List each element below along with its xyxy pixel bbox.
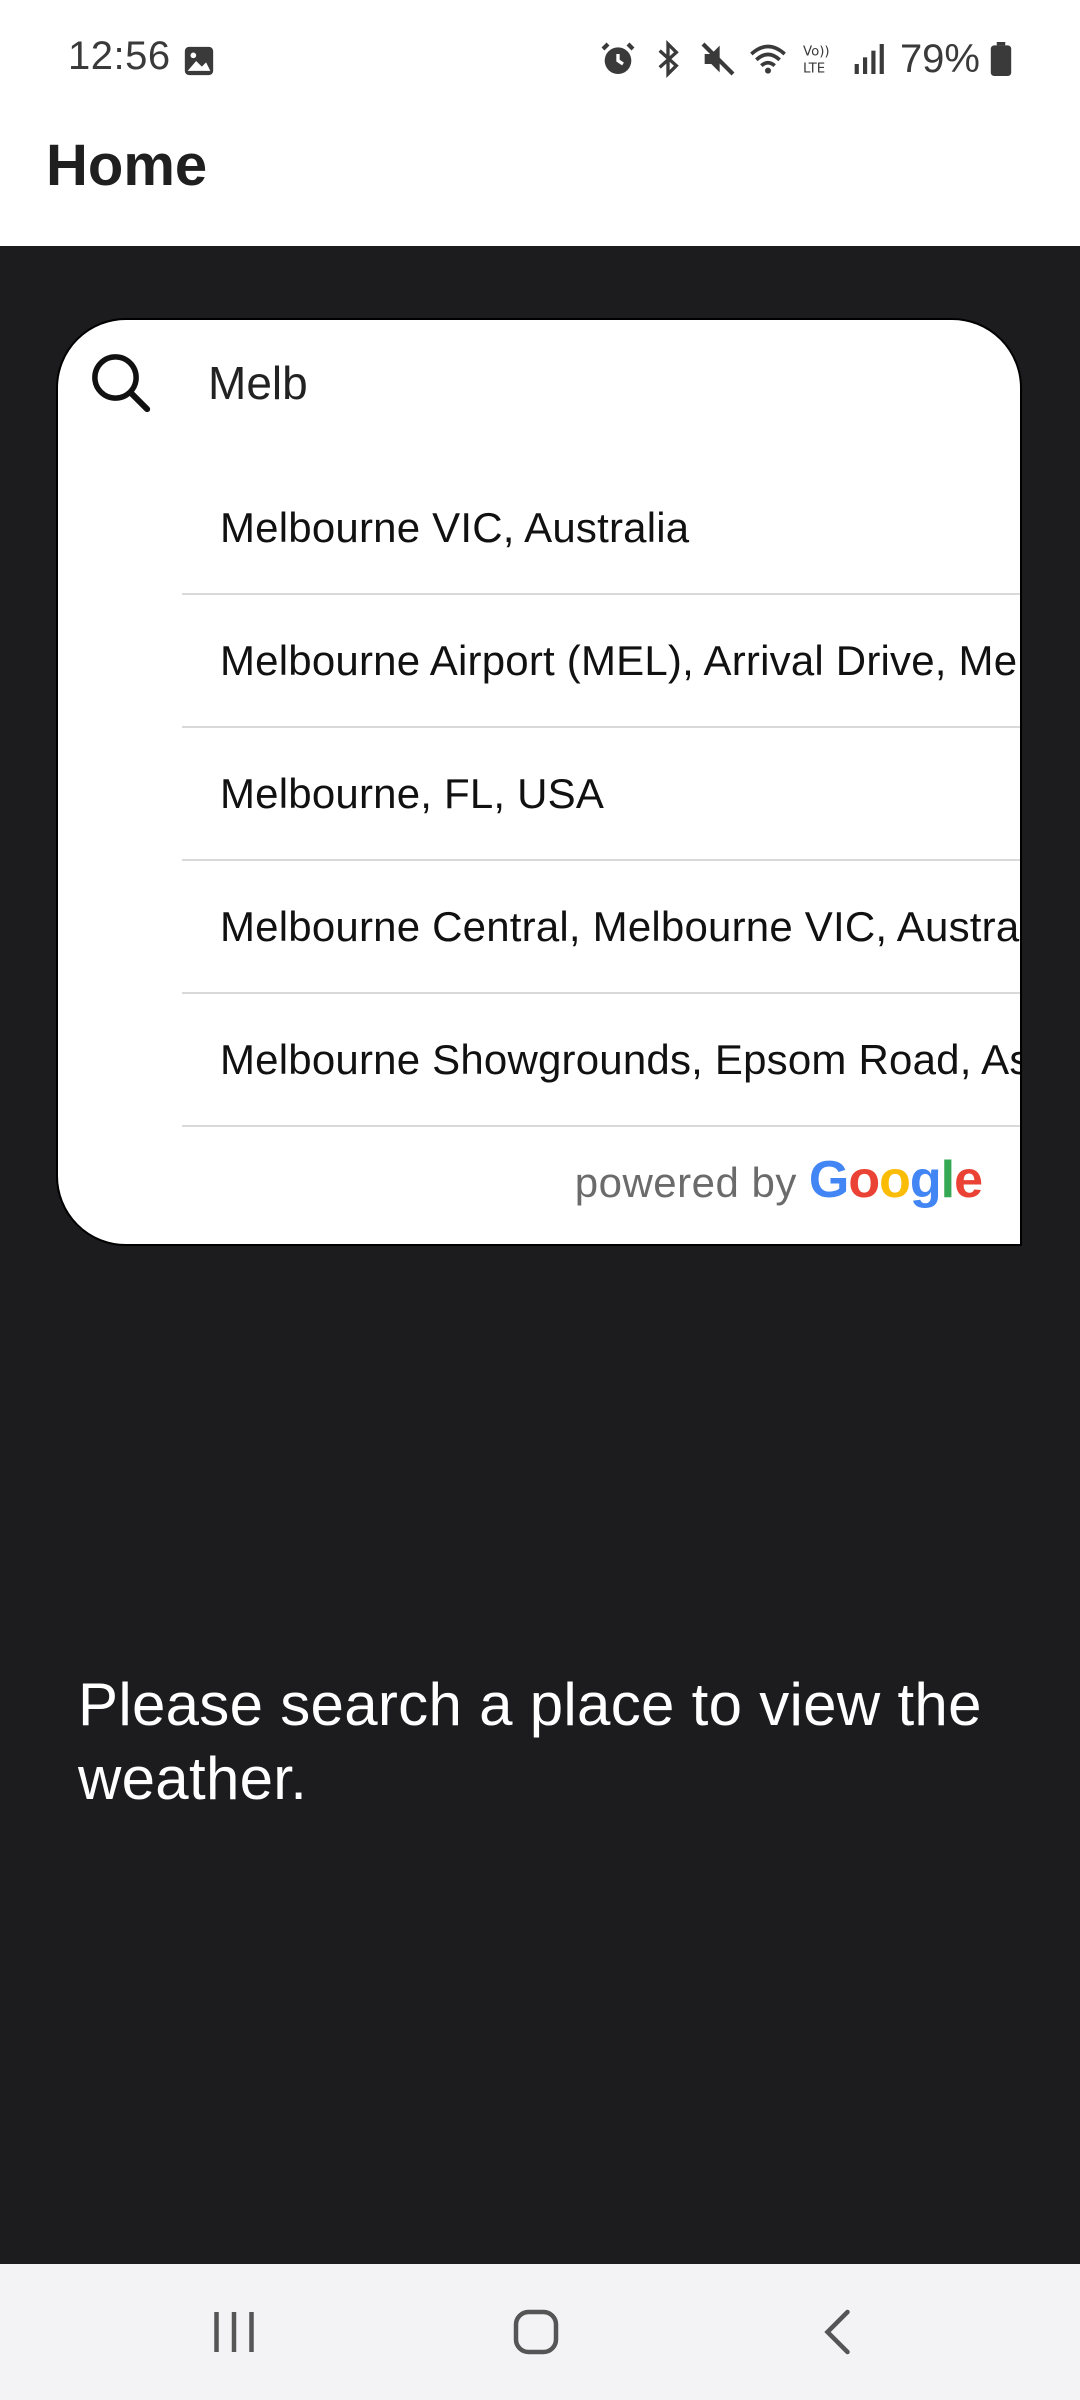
volte-icon: Vo)) LTE — [803, 45, 830, 77]
wifi-icon — [750, 44, 786, 74]
google-logo-letter: g — [909, 1151, 942, 1209]
battery-percent: 79% — [899, 36, 980, 81]
recent-apps-icon — [214, 2312, 254, 2352]
google-logo-letter: G — [808, 1151, 849, 1209]
svg-text:LTE: LTE — [803, 61, 825, 76]
powered-by-google: powered by Google — [574, 1150, 983, 1214]
suggestion-item[interactable]: Melbourne, FL, USA — [182, 728, 1020, 861]
page-title: Home — [46, 133, 208, 198]
empty-state-message: Please search a place to view the weathe… — [78, 1671, 982, 1812]
back-button[interactable] — [780, 2264, 900, 2400]
search-input[interactable] — [208, 348, 988, 418]
signal-icon — [854, 44, 884, 74]
home-button[interactable] — [476, 2264, 596, 2400]
google-logo-letter: e — [954, 1151, 983, 1209]
google-logo: Google — [808, 1150, 983, 1210]
status-bar: 12:56 Vo)) LTE 79% — [0, 0, 1080, 122]
powered-by-label: powered by — [574, 1159, 797, 1206]
google-logo-letter: o — [848, 1151, 880, 1209]
navigation-bar — [0, 2264, 1080, 2400]
mute-icon — [701, 42, 735, 76]
search-card: Melbourne VIC, Australia Melbourne Airpo… — [56, 318, 1022, 1246]
google-logo-letter: o — [879, 1151, 911, 1209]
suggestion-item[interactable]: Melbourne Central, Melbourne VIC, Austra… — [182, 861, 1020, 994]
svg-text:Vo)): Vo)) — [803, 45, 830, 60]
bluetooth-icon — [658, 39, 679, 79]
recent-apps-button[interactable] — [174, 2264, 294, 2400]
suggestion-item[interactable]: Melbourne Showgrounds, Epsom Road, Ascot… — [182, 994, 1020, 1127]
suggestion-list: Melbourne VIC, Australia Melbourne Airpo… — [182, 462, 1020, 1127]
home-icon — [513, 2309, 559, 2355]
gallery-icon — [184, 46, 214, 76]
status-icons: Vo)) LTE 79% — [598, 34, 1012, 84]
battery-icon — [990, 42, 1012, 76]
alarm-icon — [601, 42, 635, 74]
suggestion-item[interactable]: Melbourne VIC, Australia — [182, 462, 1020, 595]
status-time: 12:56 — [68, 34, 171, 78]
suggestion-item[interactable]: Melbourne Airport (MEL), Arrival Drive, … — [182, 595, 1020, 728]
search-icon[interactable] — [88, 350, 154, 416]
google-logo-letter: l — [940, 1151, 955, 1209]
back-icon — [824, 2309, 850, 2355]
